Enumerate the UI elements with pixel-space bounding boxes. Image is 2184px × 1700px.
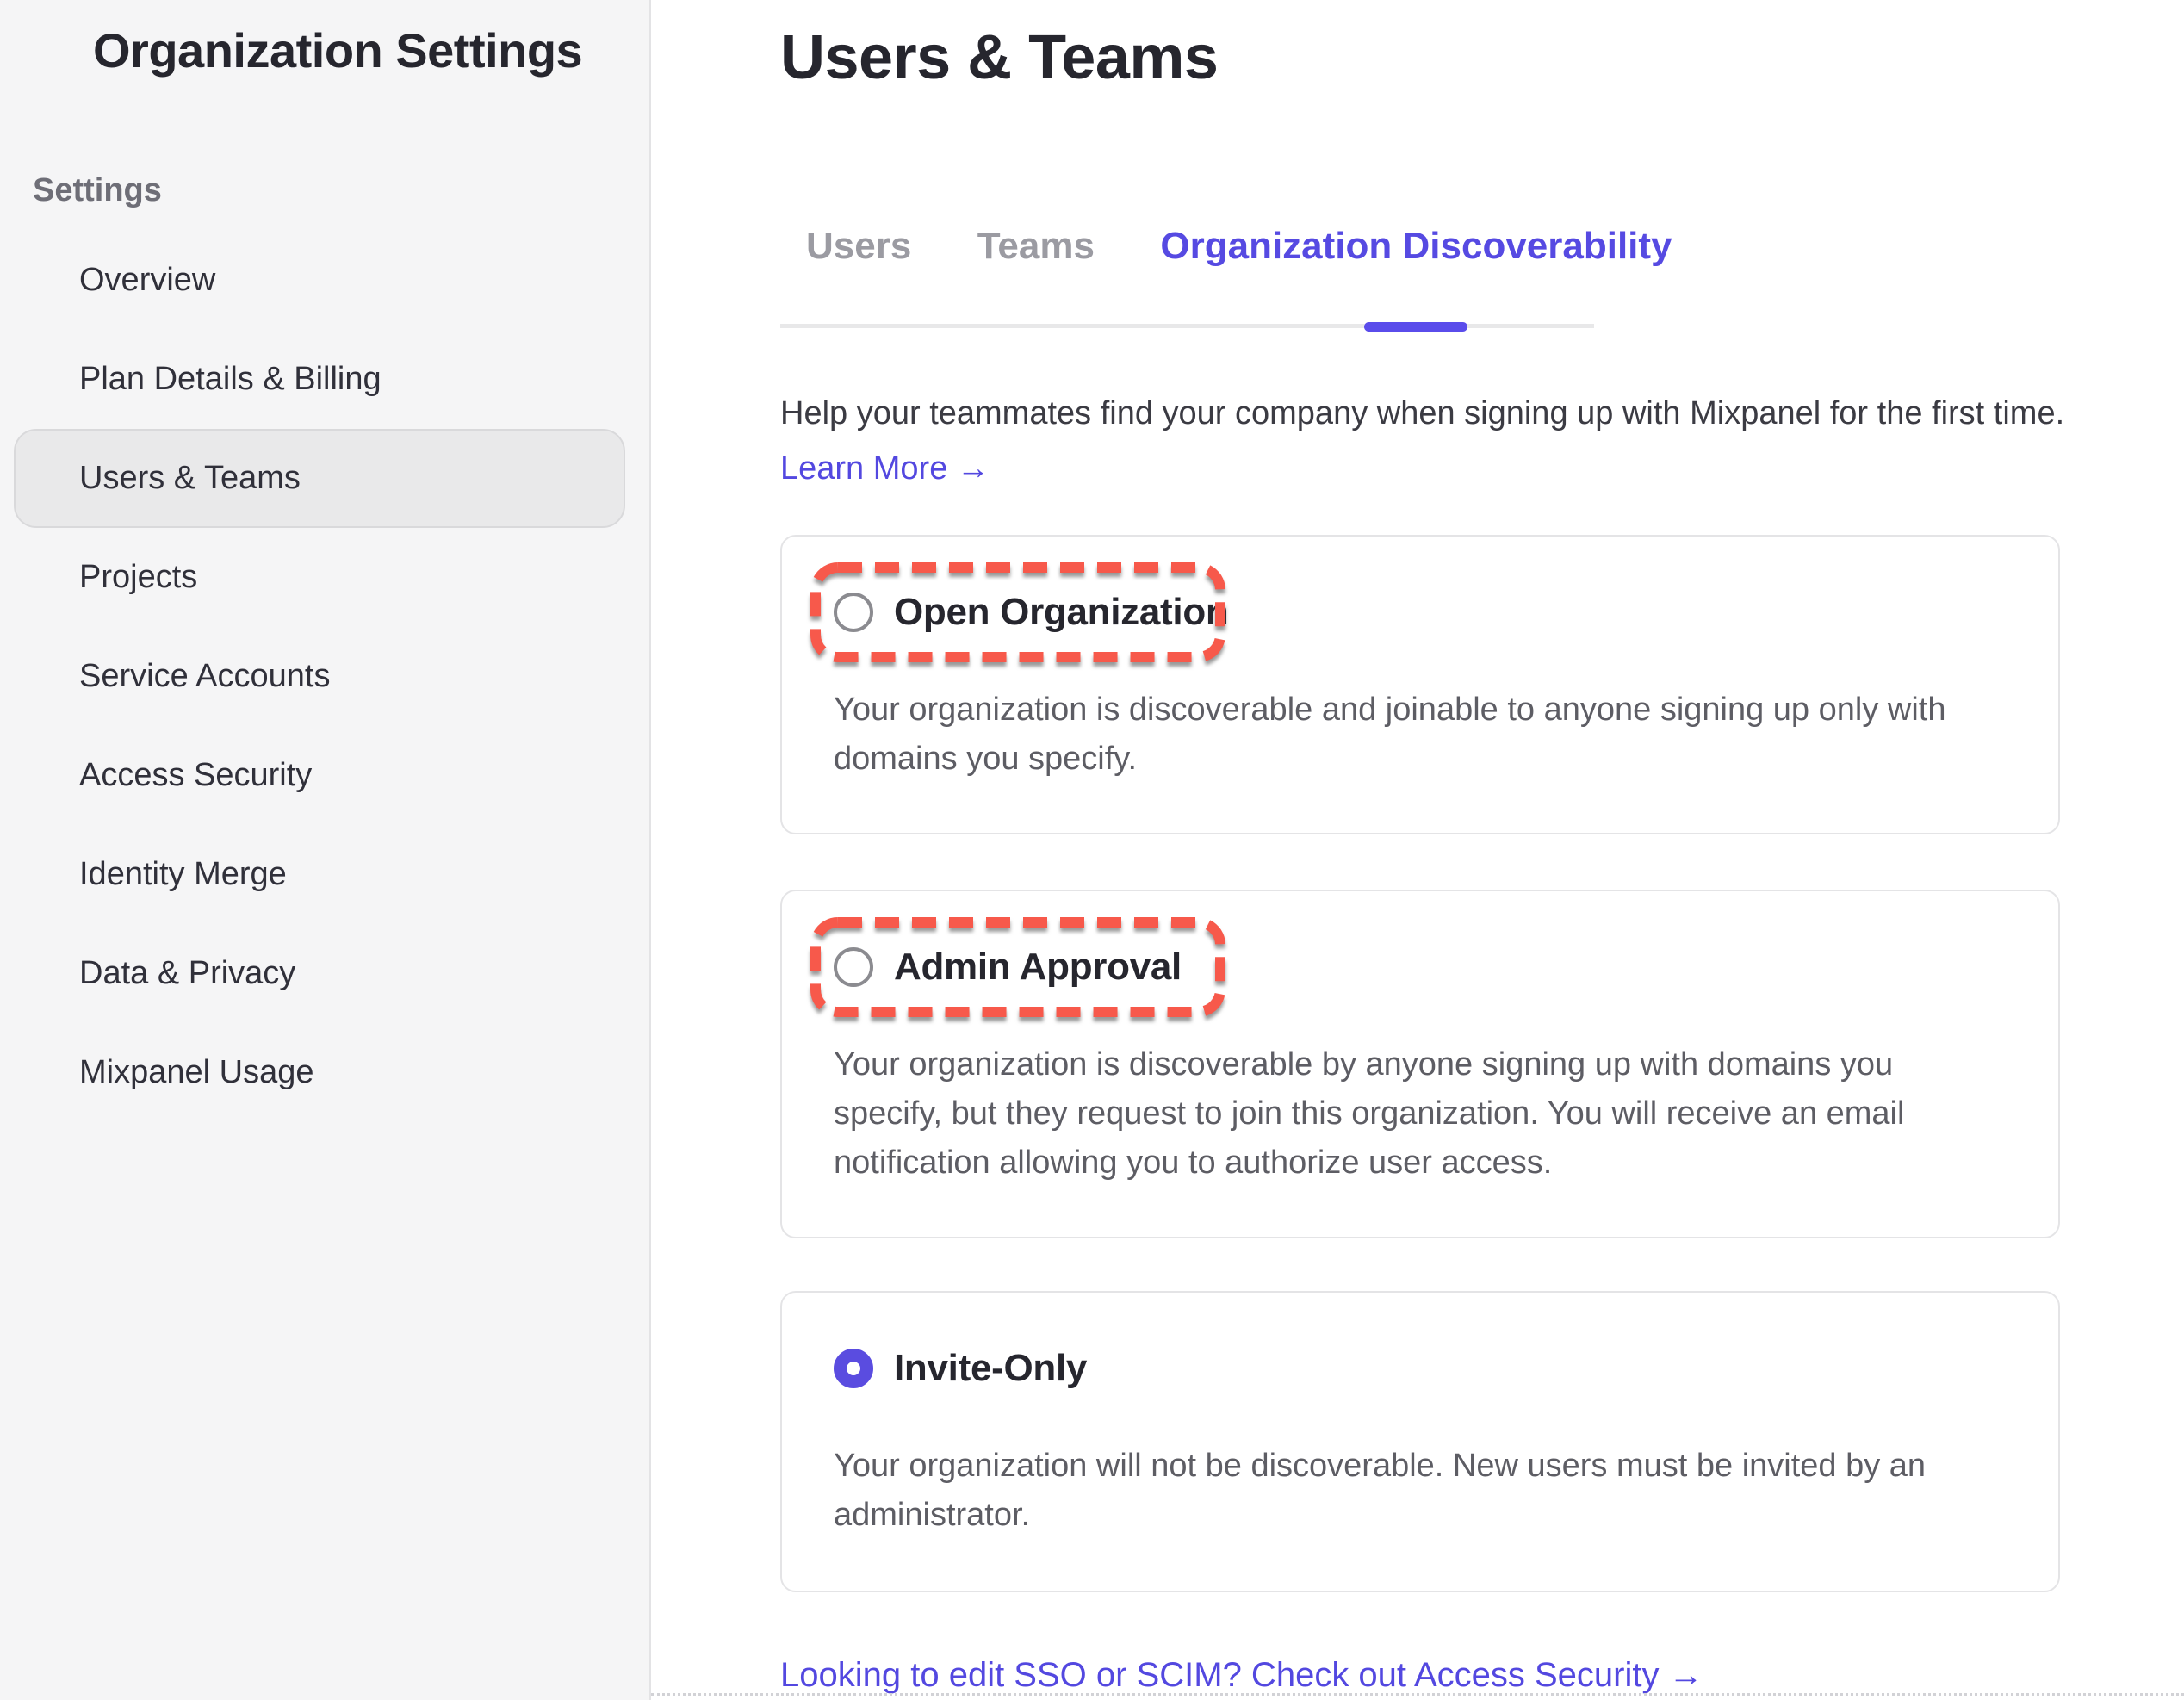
sidebar-item-users-teams[interactable]: Users & Teams xyxy=(14,429,625,528)
option-card-open-organization: Open Organization Your organization is d… xyxy=(780,535,2060,834)
option-description: Your organization will not be discoverab… xyxy=(834,1442,2007,1540)
sidebar-item-access-security[interactable]: Access Security xyxy=(14,726,625,825)
sidebar-nav: Overview Plan Details & Billing Users & … xyxy=(0,231,649,1122)
section-divider xyxy=(651,1693,2184,1696)
radio-admin-approval[interactable] xyxy=(834,947,873,987)
tab-bar: Users Teams Organization Discoverability xyxy=(780,224,1594,328)
sidebar-item-mixpanel-usage[interactable]: Mixpanel Usage xyxy=(14,1023,625,1122)
main-content: Users & Teams Users Teams Organization D… xyxy=(651,0,2184,1700)
tab-organization-discoverability[interactable]: Organization Discoverability xyxy=(1160,224,1672,269)
access-security-link[interactable]: Looking to edit SSO or SCIM? Check out A… xyxy=(780,1653,1703,1697)
intro-text: Help your teammates find your company wh… xyxy=(780,392,2167,435)
sidebar-item-projects[interactable]: Projects xyxy=(14,528,625,627)
radio-row: Open Organization xyxy=(834,565,2007,660)
sidebar: Organization Settings Settings Overview … xyxy=(0,0,651,1700)
option-label: Admin Approval xyxy=(894,946,1182,989)
radio-invite-only[interactable] xyxy=(834,1349,873,1388)
option-card-invite-only: Invite-Only Your organization will not b… xyxy=(780,1291,2060,1592)
option-label: Invite-Only xyxy=(894,1347,1087,1390)
sidebar-section-label: Settings xyxy=(33,171,649,210)
sidebar-item-plan-details-billing[interactable]: Plan Details & Billing xyxy=(14,330,625,429)
sidebar-item-identity-merge[interactable]: Identity Merge xyxy=(14,825,625,924)
radio-row: Admin Approval xyxy=(834,920,2007,1014)
option-label: Open Organization xyxy=(894,591,1228,634)
option-description: Your organization is discoverable and jo… xyxy=(834,686,2007,784)
tab-teams[interactable]: Teams xyxy=(977,224,1095,269)
option-card-admin-approval: Admin Approval Your organization is disc… xyxy=(780,890,2060,1238)
sidebar-title: Organization Settings xyxy=(93,21,649,81)
app-window: Organization Settings Settings Overview … xyxy=(0,0,2184,1700)
page-title: Users & Teams xyxy=(780,19,2184,96)
sidebar-item-data-privacy[interactable]: Data & Privacy xyxy=(14,924,625,1023)
tab-users[interactable]: Users xyxy=(806,224,911,269)
radio-open-organization[interactable] xyxy=(834,593,873,632)
learn-more-link[interactable]: Learn More → xyxy=(780,447,990,490)
sidebar-item-service-accounts[interactable]: Service Accounts xyxy=(14,627,625,726)
active-tab-indicator xyxy=(1364,322,1467,332)
sidebar-item-overview[interactable]: Overview xyxy=(14,231,625,330)
tab-label: Organization Discoverability xyxy=(1160,225,1672,267)
radio-row: Invite-Only xyxy=(834,1321,2007,1416)
option-description: Your organization is discoverable by any… xyxy=(834,1040,2007,1188)
